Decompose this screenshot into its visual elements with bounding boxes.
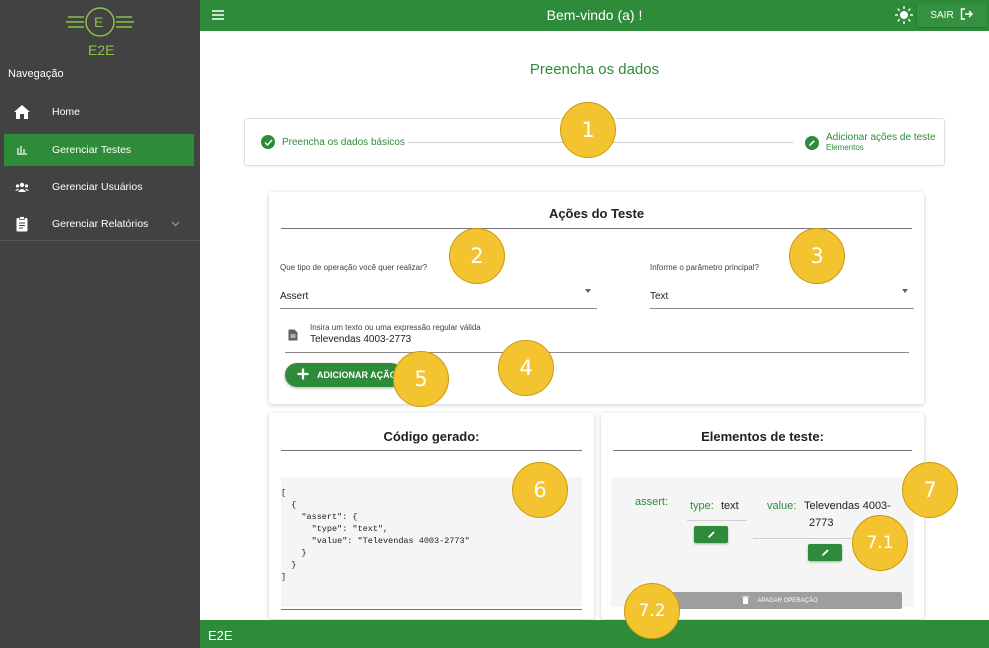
- sun-icon[interactable]: [894, 5, 914, 25]
- step-basic-data[interactable]: Preencha os dados básicos: [261, 135, 405, 149]
- dropdown-arrow-icon: [585, 289, 591, 293]
- card-title: Ações do Teste: [548, 206, 645, 221]
- field-label: Informe o parâmetro principal?: [650, 263, 759, 272]
- title-divider: [613, 450, 912, 451]
- field-label: Que tipo de operação você quer realizar?: [280, 263, 428, 272]
- sidebar-item-label: Gerenciar Testes: [52, 144, 132, 156]
- operation-key: assert:: [635, 496, 669, 508]
- step-label: Preencha os dados básicos: [282, 136, 405, 148]
- page-title: Preencha os dados: [529, 61, 660, 78]
- test-actions-card: Ações do Teste Que tipo de operação você…: [269, 192, 924, 404]
- logo-text: E2E: [88, 42, 115, 58]
- type-key: type:: [690, 500, 714, 512]
- e2e-logo[interactable]: E E2E: [60, 4, 140, 60]
- home-icon: [12, 102, 32, 122]
- callout-3: 3: [789, 228, 845, 284]
- step-sublabel: Elementos: [826, 143, 864, 152]
- exit-label: SAIR: [930, 9, 954, 21]
- edit-type-button[interactable]: [694, 526, 728, 543]
- callout-7-1: 7.1: [852, 515, 908, 571]
- value-key: value:: [767, 500, 797, 512]
- chevron-down-icon[interactable]: [171, 218, 180, 230]
- pencil-icon: [707, 531, 715, 538]
- plus-icon: [297, 368, 309, 382]
- step-test-actions[interactable]: Adicionar ações de teste Elementos: [805, 132, 936, 152]
- field-underline: [280, 308, 597, 309]
- sidebar-item-label: Home: [52, 106, 81, 118]
- delete-operation-button[interactable]: APAGAR OPERAÇÃO: [658, 592, 902, 609]
- field-value: Assert: [280, 291, 309, 302]
- card-title: Código gerado:: [383, 429, 480, 444]
- nav-heading: Navegação: [8, 68, 64, 80]
- trash-icon: [742, 595, 750, 606]
- sidebar: E E2E Navegação Home Gerenciar Testes Ge…: [0, 0, 200, 648]
- field-label: Insira um texto ou uma expressão regular…: [310, 323, 481, 332]
- callout-6: 6: [512, 462, 568, 518]
- footer: E2E: [200, 620, 989, 648]
- title-divider: [281, 450, 582, 451]
- code-divider: [281, 609, 582, 610]
- callout-1: 1: [560, 102, 616, 158]
- value-value-line1: Televendas 4003-: [804, 500, 891, 512]
- card-title: Elementos de teste:: [701, 429, 824, 444]
- pencil-icon: [821, 549, 829, 556]
- type-divider: [687, 520, 747, 521]
- value-value-line2: 2773: [809, 517, 834, 529]
- field-underline: [650, 308, 914, 309]
- edit-value-button[interactable]: [808, 544, 842, 561]
- field-underline: [285, 352, 909, 353]
- document-icon: [288, 328, 298, 346]
- sidebar-item-gerenciar-testes[interactable]: Gerenciar Testes: [4, 134, 194, 166]
- field-value: Text: [650, 291, 669, 302]
- check-icon: [261, 135, 275, 149]
- sidebar-item-home[interactable]: Home: [4, 96, 194, 128]
- type-value: text: [721, 500, 739, 512]
- exit-button[interactable]: SAIR: [917, 3, 987, 27]
- logout-icon: [960, 7, 974, 23]
- sidebar-divider: [0, 240, 200, 241]
- add-action-button[interactable]: ADICIONAR AÇÃO: [285, 363, 403, 387]
- pencil-icon: [805, 136, 819, 150]
- chart-icon: [12, 140, 32, 160]
- sidebar-item-gerenciar-usuarios[interactable]: Gerenciar Usuários: [4, 171, 194, 203]
- callout-5: 5: [393, 351, 449, 407]
- sidebar-item-label: Gerenciar Usuários: [52, 181, 143, 193]
- clipboard-icon: [12, 214, 32, 234]
- logo-letter: E: [94, 14, 104, 30]
- callout-4: 4: [498, 340, 554, 396]
- top-app-bar: Bem-vindo (a) ! SAIR: [200, 0, 989, 31]
- delete-operation-label: APAGAR OPERAÇÃO: [757, 597, 818, 604]
- users-icon: [12, 177, 32, 197]
- callout-2: 2: [449, 228, 505, 284]
- step-label: Adicionar ações de teste: [826, 132, 936, 143]
- sidebar-item-gerenciar-relatorios[interactable]: Gerenciar Relatórios: [4, 208, 194, 240]
- welcome-title: Bem-vindo (a) !: [546, 7, 643, 23]
- sidebar-item-label: Gerenciar Relatórios: [52, 218, 149, 230]
- field-value: Televendas 4003-2773: [310, 334, 412, 345]
- callout-7: 7: [902, 462, 958, 518]
- add-action-label: ADICIONAR AÇÃO: [317, 370, 397, 380]
- dropdown-arrow-icon: [902, 289, 908, 293]
- callout-7-2: 7.2: [624, 583, 680, 639]
